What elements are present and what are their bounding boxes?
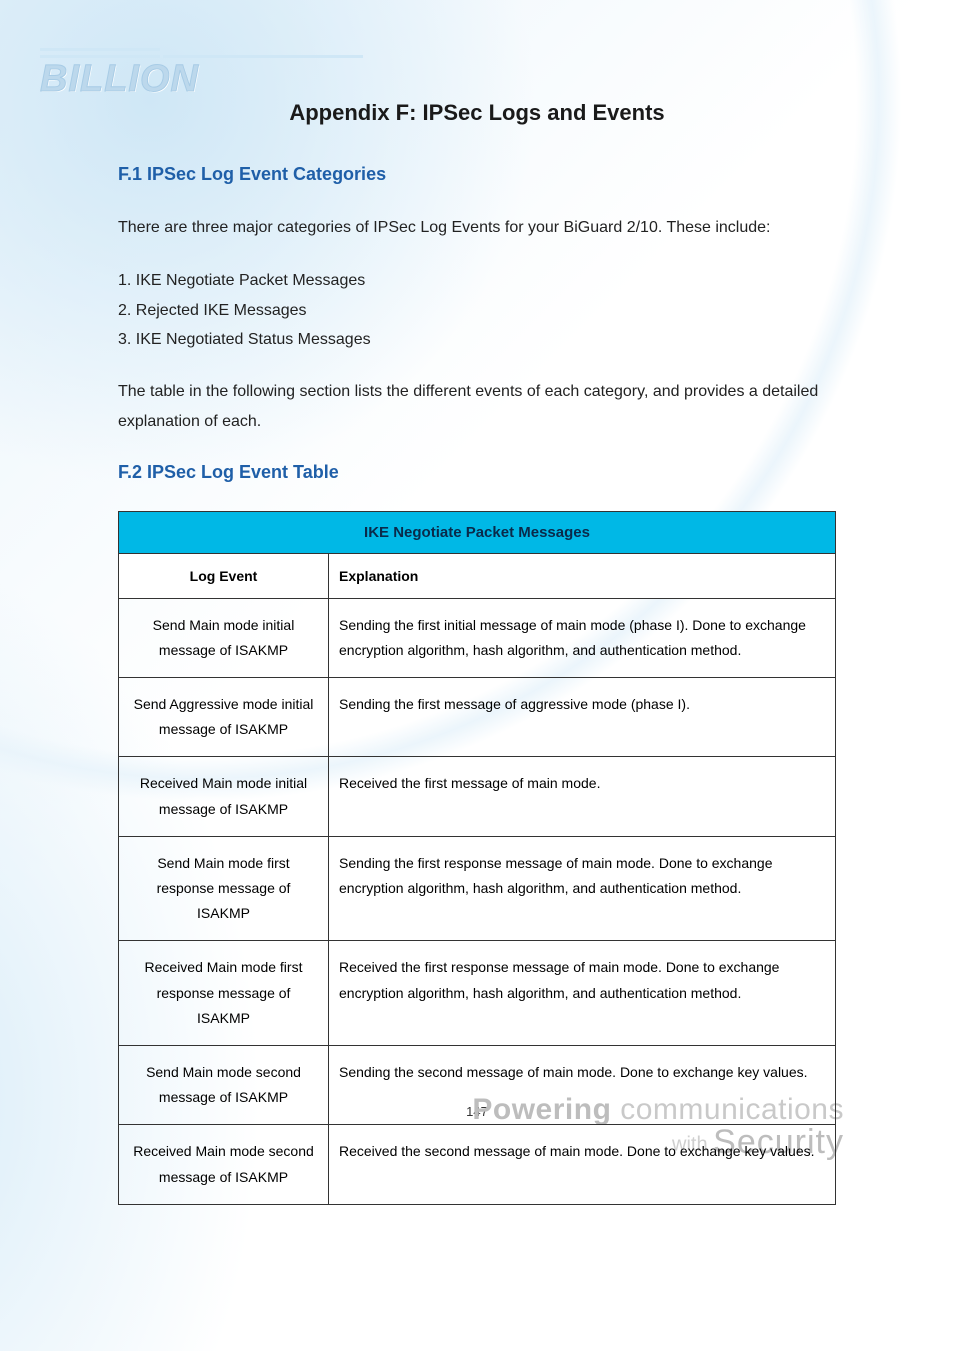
- list-item: 1. IKE Negotiate Packet Messages: [118, 267, 836, 294]
- table-row: Received Main mode first response messag…: [119, 941, 836, 1046]
- table-category-header-row: IKE Negotiate Packet Messages: [119, 511, 836, 553]
- page-content: Appendix F: IPSec Logs and Events F.1 IP…: [0, 0, 954, 1205]
- table-row: Received Main mode initial message of IS…: [119, 757, 836, 836]
- cell-event: Send Main mode initial message of ISAKMP: [119, 598, 329, 677]
- cell-explanation: Sending the second message of main mode.…: [329, 1045, 836, 1124]
- cell-event: Send Aggressive mode initial message of …: [119, 678, 329, 757]
- table-row: Send Main mode second message of ISAKMP …: [119, 1045, 836, 1124]
- table-category-header: IKE Negotiate Packet Messages: [119, 511, 836, 553]
- column-header-event: Log Event: [119, 553, 329, 598]
- cell-event: Received Main mode initial message of IS…: [119, 757, 329, 836]
- cell-explanation: Received the second message of main mode…: [329, 1125, 836, 1204]
- logo-bars-icon: [40, 48, 363, 51]
- cell-explanation: Received the first message of main mode.: [329, 757, 836, 836]
- cell-event: Send Main mode second message of ISAKMP: [119, 1045, 329, 1124]
- table-row: Send Main mode first response message of…: [119, 836, 836, 941]
- table-row: Send Main mode initial message of ISAKMP…: [119, 598, 836, 677]
- outro-paragraph: The table in the following section lists…: [118, 377, 836, 438]
- cell-event: Send Main mode first response message of…: [119, 836, 329, 941]
- logo-text: BILLION: [40, 62, 363, 96]
- column-header-explanation: Explanation: [329, 553, 836, 598]
- brand-logo: BILLION: [40, 48, 363, 96]
- page-title: Appendix F: IPSec Logs and Events: [118, 100, 836, 126]
- intro-paragraph: There are three major categories of IPSe…: [118, 213, 836, 243]
- cell-explanation: Sending the first message of aggressive …: [329, 678, 836, 757]
- events-table: IKE Negotiate Packet Messages Log Event …: [118, 511, 836, 1205]
- cell-event: Received Main mode second message of ISA…: [119, 1125, 329, 1204]
- cell-event: Received Main mode first response messag…: [119, 941, 329, 1046]
- section-heading-f1: F.1 IPSec Log Event Categories: [118, 164, 836, 185]
- cell-explanation: Received the first response message of m…: [329, 941, 836, 1046]
- section-heading-f2: F.2 IPSec Log Event Table: [118, 462, 836, 483]
- cell-explanation: Sending the first initial message of mai…: [329, 598, 836, 677]
- table-row: Send Aggressive mode initial message of …: [119, 678, 836, 757]
- list-item: 2. Rejected IKE Messages: [118, 297, 836, 324]
- list-item: 3. IKE Negotiated Status Messages: [118, 326, 836, 353]
- cell-explanation: Sending the first response message of ma…: [329, 836, 836, 941]
- table-column-header-row: Log Event Explanation: [119, 553, 836, 598]
- category-list: 1. IKE Negotiate Packet Messages 2. Reje…: [118, 267, 836, 353]
- table-row: Received Main mode second message of ISA…: [119, 1125, 836, 1204]
